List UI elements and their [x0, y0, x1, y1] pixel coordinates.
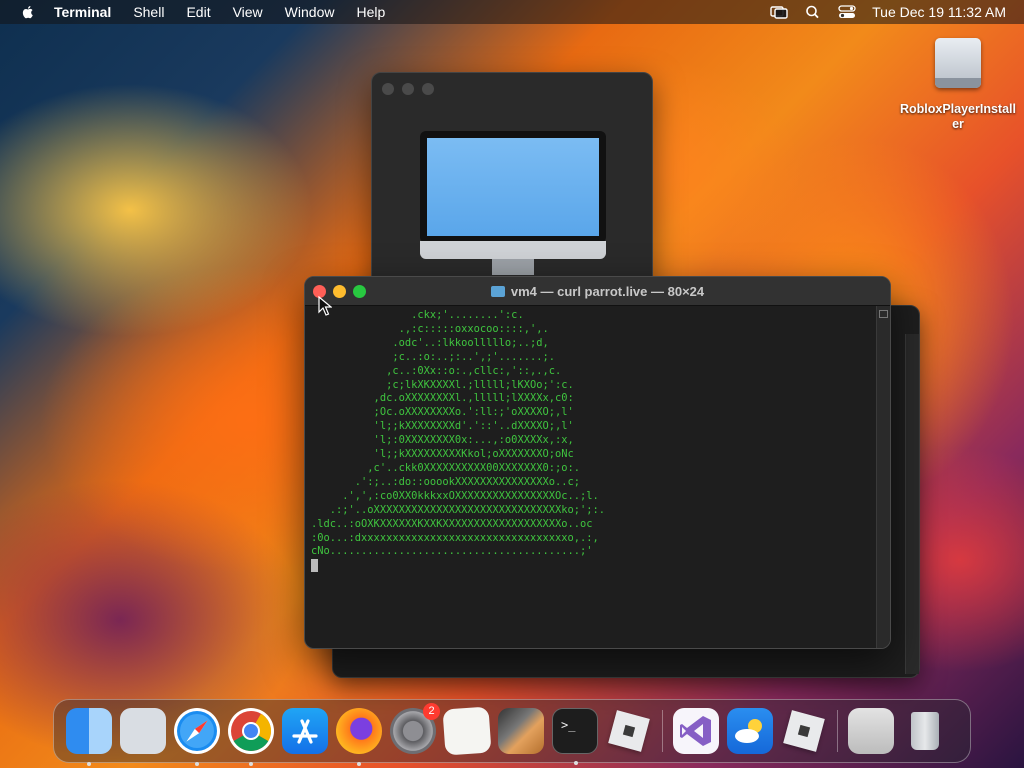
- terminal-line: .ldc..:oOXKXXXXXXKXXKXXXXXXXXXXXXXXXXXXX…: [311, 517, 593, 530]
- dock: 2 >_: [53, 699, 971, 766]
- running-indicator: [357, 762, 361, 766]
- spotlight-search-icon[interactable]: [804, 5, 822, 19]
- dock-roblox-player-icon[interactable]: [781, 708, 827, 754]
- terminal-line: :0o...:dxxxxxxxxxxxxxxxxxxxxxxxxxxxxxxxx…: [311, 531, 599, 544]
- inactive-zoom-button[interactable]: [422, 83, 434, 95]
- terminal-line: ;Oc.oXXXXXXXXo.':ll:;'oXXXXO;,l': [311, 406, 574, 419]
- terminal-line: ;c;lkXKXXXXl.;lllll;lKXOo;':c.: [311, 378, 574, 391]
- terminal-line: .ckx;'........':c.: [311, 309, 524, 321]
- menu-help[interactable]: Help: [356, 4, 385, 20]
- menu-shell[interactable]: Shell: [133, 4, 164, 20]
- terminal-line: 'l;;kXXXXXXXXd'.'::'..dXXXXO;,l': [311, 420, 574, 433]
- running-indicator: [195, 762, 199, 766]
- terminal-line: ,c'..ckk0XXXXXXXXXX00XXXXXXX0:;o:.: [311, 461, 580, 474]
- desktop-item-label: RobloxPlayerInstaller: [899, 102, 1016, 131]
- terminal-output[interactable]: .ckx;'........':c. .,:c:::::oxxocoo::::,…: [305, 306, 876, 648]
- dock-garageband-icon[interactable]: [498, 708, 544, 754]
- dock-firefox-icon[interactable]: [336, 708, 382, 766]
- dock-roblox-studio-icon[interactable]: [606, 708, 652, 754]
- terminal-line: 'l;:0XXXXXXXX0x:...,:o0XXXXx,:x,: [311, 434, 574, 447]
- menu-edit[interactable]: Edit: [186, 4, 210, 20]
- dock-finder-icon[interactable]: [66, 708, 112, 766]
- terminal-line: ;c..:o:..;:..',;'.......;.: [311, 350, 555, 363]
- folder-icon: [490, 286, 505, 297]
- desktop-item-roblox-installer[interactable]: RobloxPlayerInstaller: [898, 34, 1018, 132]
- dock-terminal-icon[interactable]: >_: [552, 708, 598, 765]
- menu-bar-clock[interactable]: Tue Dec 19 11:32 AM: [872, 4, 1006, 20]
- menu-bar: Terminal Shell Edit View Window Help Tue…: [0, 0, 1024, 24]
- terminal-line: .',',:co0XX0kkkxxOXXXXXXXXXXXXXXXXOc..;l…: [311, 489, 599, 502]
- dock-preview-icon[interactable]: [848, 708, 894, 754]
- dock-textedit-icon[interactable]: [442, 706, 492, 756]
- split-pane-icon[interactable]: [879, 310, 888, 318]
- dock-separator: [662, 710, 663, 752]
- terminal-line: 'l;;kXXXXXXXXXKkol;oXXXXXXXO;oNc: [311, 448, 574, 461]
- dock-trash-icon[interactable]: [902, 708, 948, 754]
- running-indicator: [249, 762, 253, 766]
- terminal-line: .:;'..oXXXXXXXXXXXXXXXXXXXXXXXXXXXXXXko;…: [311, 503, 606, 516]
- about-this-mac-window[interactable]: [371, 72, 653, 292]
- dock-system-settings-icon[interactable]: 2: [390, 703, 440, 754]
- disk-image-icon: [929, 34, 987, 92]
- screen-mirroring-icon[interactable]: [770, 5, 788, 19]
- text-cursor: [311, 559, 318, 573]
- notification-badge: 2: [423, 703, 440, 720]
- dock-separator: [837, 710, 838, 752]
- inactive-close-button[interactable]: [382, 83, 394, 95]
- terminal-line: .,:c:::::oxxocoo::::,',.: [311, 322, 549, 335]
- running-indicator: [87, 762, 91, 766]
- dock-launchpad-icon[interactable]: [120, 708, 166, 754]
- menu-window[interactable]: Window: [285, 4, 335, 20]
- dock-chrome-icon[interactable]: [228, 708, 274, 766]
- terminal-line: .odc'..:lkkoolllllo;..;d,: [311, 336, 549, 349]
- terminal-titlebar[interactable]: vm4 — curl parrot.live — 80×24: [305, 277, 890, 306]
- dock-app-store-icon[interactable]: [282, 708, 328, 754]
- menu-app-name[interactable]: Terminal: [54, 4, 111, 20]
- dock-safari-icon[interactable]: [174, 708, 220, 766]
- terminal-scrollbar[interactable]: [876, 306, 890, 648]
- dock-weather-icon[interactable]: [727, 708, 773, 754]
- mouse-pointer-icon: [318, 296, 332, 316]
- running-indicator: [574, 761, 578, 765]
- menu-view[interactable]: View: [233, 4, 263, 20]
- dock-visual-studio-icon[interactable]: [673, 708, 719, 754]
- window-title: vm4 — curl parrot.live — 80×24: [305, 284, 890, 299]
- control-center-icon[interactable]: [838, 5, 856, 19]
- terminal-window[interactable]: vm4 — curl parrot.live — 80×24 .ckx;'...…: [304, 276, 891, 649]
- terminal-line: ,c..:0Xx::o:.,cllc:,'::,.,c.: [311, 364, 562, 377]
- window-title-text: vm4 — curl parrot.live — 80×24: [510, 284, 705, 299]
- imac-illustration-icon: [420, 131, 606, 281]
- terminal-line: cNo.....................................…: [311, 545, 593, 558]
- inactive-minimize-button[interactable]: [402, 83, 414, 95]
- terminal-line: ,dc.oXXXXXXXXl.,lllll;lXXXXx,c0:: [311, 392, 574, 405]
- terminal-prompt-glyph: >_: [561, 718, 576, 732]
- terminal-line: .':;..:do::ooookXXXXXXXXXXXXXXXo..c;: [311, 475, 580, 488]
- apple-menu-icon[interactable]: [20, 4, 36, 20]
- background-terminal-scrollbar[interactable]: [905, 334, 919, 674]
